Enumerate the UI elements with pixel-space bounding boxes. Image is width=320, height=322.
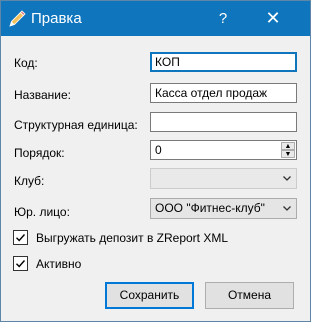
name-input[interactable] <box>150 83 297 103</box>
pencil-icon <box>9 10 26 27</box>
cancel-button[interactable]: Отмена <box>205 282 294 309</box>
export-deposit-label: Выгружать депозит в ZReport XML <box>36 231 229 245</box>
title-bar[interactable]: Правка ? ✕ <box>1 1 310 36</box>
spin-buttons: ▲ ▼ <box>281 142 295 158</box>
window-title: Правка <box>31 10 82 27</box>
unit-label: Структурная единица: <box>14 118 138 132</box>
edit-dialog: Правка ? ✕ Код: Название: Структурная ед… <box>0 0 311 322</box>
order-spinbox[interactable]: 0 ▲ ▼ <box>150 140 297 160</box>
save-button[interactable]: Сохранить <box>105 282 194 309</box>
close-button[interactable]: ✕ <box>253 1 293 36</box>
code-input[interactable] <box>150 52 297 72</box>
code-label: Код: <box>14 56 38 70</box>
club-label: Клуб: <box>14 174 45 188</box>
order-label: Порядок: <box>14 146 65 160</box>
chevron-down-icon <box>283 176 291 181</box>
checkmark-icon <box>16 234 26 242</box>
name-label: Название: <box>14 88 71 102</box>
chevron-down-icon <box>283 206 291 211</box>
legal-entity-select[interactable]: ООО "Фитнес-клуб" <box>150 198 297 219</box>
checkmark-icon <box>16 260 26 268</box>
active-checkbox[interactable] <box>13 256 28 271</box>
legal-entity-label: Юр. лицо: <box>14 205 70 219</box>
order-value: 0 <box>155 143 162 157</box>
spin-up-arrow-icon[interactable]: ▲ <box>281 142 295 150</box>
spin-down-arrow-icon[interactable]: ▼ <box>281 150 295 158</box>
help-button[interactable]: ? <box>203 1 243 36</box>
export-deposit-checkbox[interactable] <box>13 230 28 245</box>
unit-input[interactable] <box>150 112 297 132</box>
legal-entity-value: ООО "Фитнес-клуб" <box>155 201 265 215</box>
active-label: Активно <box>36 257 82 271</box>
club-select[interactable] <box>150 168 297 189</box>
